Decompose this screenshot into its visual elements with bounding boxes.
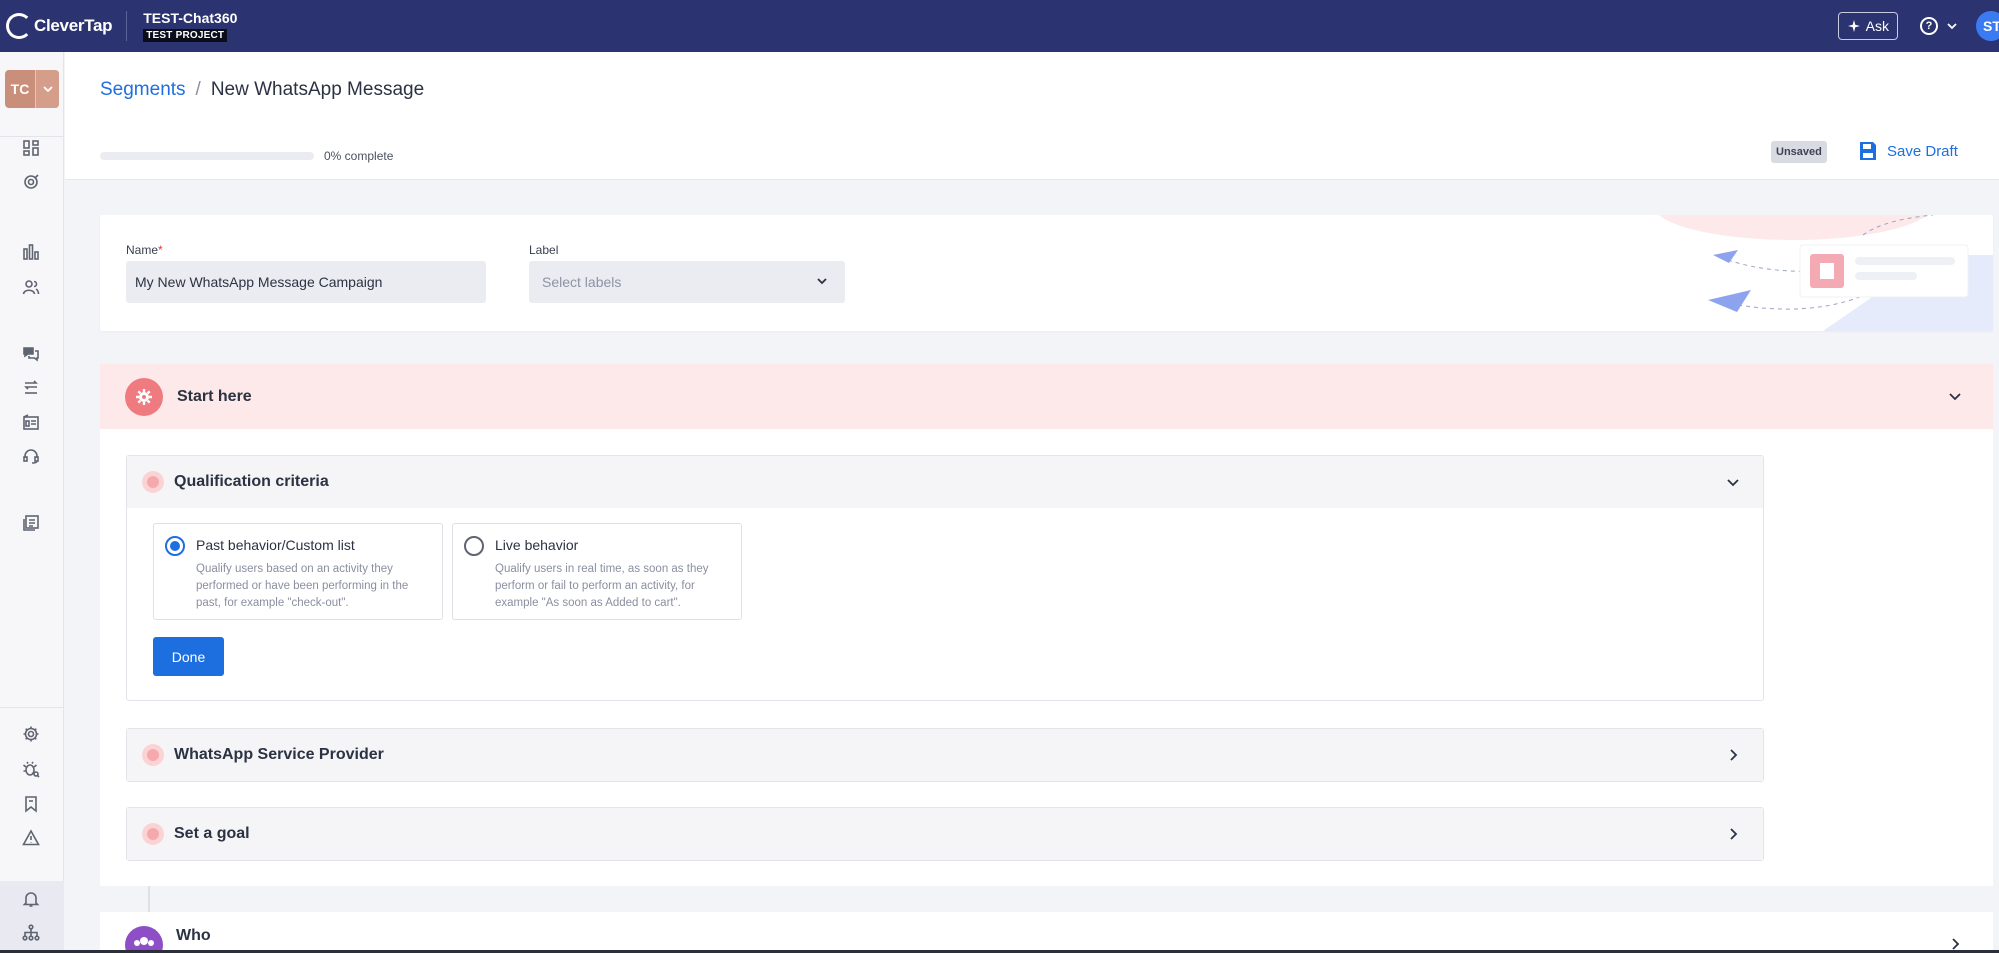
who-title: Who [176,927,211,944]
qualification-criteria-title: Qualification criteria [174,473,329,490]
who-section[interactable]: Who [100,912,1993,953]
chat-icon[interactable] [20,343,42,365]
help-menu[interactable]: ? [1920,17,1958,35]
chevron-right-icon[interactable] [1725,826,1741,842]
workspace-initials: TC [10,81,30,97]
project-name: TEST-Chat360 [143,10,238,26]
chevron-down-icon [1947,23,1957,30]
whatsapp-service-provider-panel: WhatsApp Service Provider [126,728,1764,782]
labels-select-placeholder: Select labels [542,274,622,290]
qualification-criteria-panel: Qualification criteria Past behavior/Cus… [126,455,1764,701]
support-headset-icon[interactable] [20,445,42,467]
top-bar: CleverTap TEST-Chat360 TEST PROJECT Ask … [0,0,1999,52]
campaign-name-input[interactable]: My New WhatsApp Message Campaign [126,261,486,303]
save-draft-button[interactable]: Save Draft [1859,141,1958,161]
chevron-down-icon[interactable] [1947,388,1963,404]
chevron-down-icon[interactable] [1725,474,1741,490]
label-field-label: Label [529,243,559,257]
logo-mark-icon [6,13,32,39]
help-icon: ? [1920,17,1938,35]
analytics-chart-icon[interactable] [20,241,42,263]
live-behavior-radio[interactable] [464,536,484,556]
settings-gear-icon[interactable] [20,723,42,745]
logo-divider [126,11,128,41]
whatsapp-service-provider-header[interactable]: WhatsApp Service Provider [127,729,1763,781]
users-group-icon [125,926,163,953]
users-icon[interactable] [20,276,42,298]
alert-triangle-icon[interactable] [20,827,42,849]
sidebar-divider [0,707,64,708]
breadcrumb: Segments / New WhatsApp Message [100,79,424,101]
done-button[interactable]: Done [153,637,224,676]
chevron-down-icon [35,70,59,108]
qualification-criteria-header[interactable]: Qualification criteria [127,456,1763,508]
option-description: Qualify users based on an activity they … [196,563,409,609]
sparkle-icon [1847,20,1860,32]
option-title: Live behavior [495,537,579,553]
project-switcher[interactable]: TEST-Chat360 TEST PROJECT [143,10,237,42]
save-disk-icon [1860,142,1876,160]
dashboard-icon[interactable] [20,137,42,159]
target-icon[interactable] [20,171,42,193]
breadcrumb-segments-link[interactable]: Segments [100,79,186,101]
step-status-dot [142,471,164,493]
start-here-header[interactable]: Start here [100,364,1993,429]
start-here-title: Start here [177,387,252,405]
breadcrumb-separator: / [195,79,201,100]
start-here-section: Start here Qualification criteria Past b… [100,364,1993,886]
page-title: New WhatsApp Message [210,79,425,100]
sidebar: TC [0,52,64,953]
past-behavior-radio[interactable] [165,536,185,556]
gear-icon [125,377,163,416]
ask-button[interactable]: Ask [1837,12,1898,40]
option-title: Past behavior/Custom list [196,537,355,553]
chevron-right-icon[interactable] [1725,747,1741,763]
progress-bar [100,152,314,160]
campaign-details-card: Name* My New WhatsApp Message Campaign L… [100,215,1993,331]
sidebar-footer [0,881,64,953]
progress-label: 0% complete [324,149,394,163]
option-description: Qualify users in real time, as soon as t… [495,563,709,609]
step-status-dot [142,744,164,766]
notification-bell-icon[interactable] [20,888,42,910]
step-status-dot [142,823,164,845]
org-hierarchy-icon[interactable] [20,922,42,944]
clevertap-logo[interactable]: CleverTap [6,13,113,39]
option-live-behavior[interactable]: Live behavior Qualify users in real time… [452,523,742,620]
set-goal-header[interactable]: Set a goal [127,808,1763,860]
decorative-illustration [1658,215,1993,331]
project-badge: TEST PROJECT [143,29,228,42]
completion-progress: 0% complete [100,149,393,163]
catalog-icon[interactable] [20,512,42,534]
whatsapp-service-provider-title: WhatsApp Service Provider [174,746,384,763]
journeys-icon[interactable] [20,377,42,399]
chevron-down-icon [817,278,827,285]
status-badge: Unsaved [1771,141,1827,163]
name-field-label: Name* [126,243,163,257]
logo-text: CleverTap [34,16,113,35]
set-goal-panel: Set a goal [126,807,1764,861]
save-draft-label: Save Draft [1887,142,1958,160]
required-mark: * [158,243,163,257]
workspace-switcher[interactable]: TC [5,70,59,108]
ask-label: Ask [1865,18,1889,34]
labels-select[interactable]: Select labels [529,261,845,303]
page-header: Segments / New WhatsApp Message 0% compl… [65,52,1999,180]
user-avatar[interactable]: ST [1976,11,1999,41]
debug-bug-icon[interactable] [20,758,42,780]
set-goal-title: Set a goal [174,825,250,842]
bookmark-icon[interactable] [20,793,42,815]
option-past-behavior[interactable]: Past behavior/Custom list Qualify users … [153,523,443,620]
campaign-board-icon[interactable] [20,411,42,433]
